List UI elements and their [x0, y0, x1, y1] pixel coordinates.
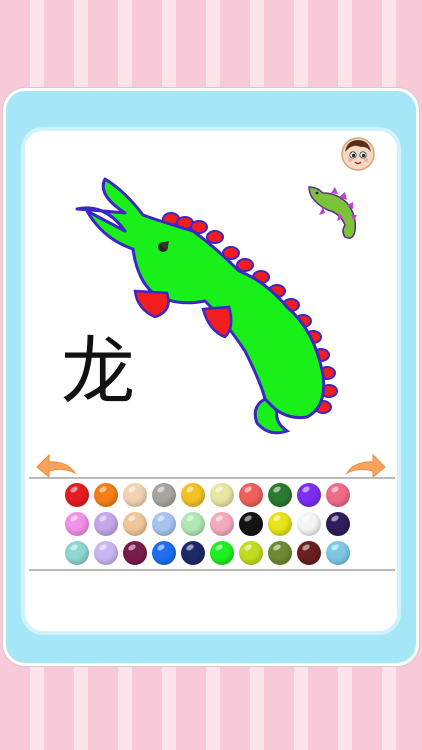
coloring-frame: 龙: [3, 88, 419, 666]
color-swatch[interactable]: [326, 483, 350, 507]
color-swatch[interactable]: [65, 483, 89, 507]
color-swatch[interactable]: [326, 512, 350, 536]
drawing-canvas[interactable]: 龙: [25, 131, 397, 471]
color-swatch[interactable]: [152, 512, 176, 536]
drawing-card: 龙: [25, 131, 397, 631]
color-swatch[interactable]: [297, 541, 321, 565]
small-dragon: [308, 186, 357, 239]
drawing-text: 龙: [61, 329, 135, 415]
color-swatch[interactable]: [210, 483, 234, 507]
color-swatch[interactable]: [123, 512, 147, 536]
color-swatch[interactable]: [152, 541, 176, 565]
palette-divider-bottom: [29, 569, 395, 571]
color-swatch[interactable]: [181, 483, 205, 507]
color-palette: [65, 483, 365, 565]
color-swatch[interactable]: [123, 483, 147, 507]
curved-arrow-left-icon[interactable]: [33, 449, 79, 479]
color-swatch[interactable]: [181, 541, 205, 565]
color-swatch[interactable]: [123, 541, 147, 565]
curved-arrow-right-icon[interactable]: [343, 449, 389, 479]
palette-divider-top: [29, 477, 395, 479]
color-swatch[interactable]: [181, 512, 205, 536]
color-swatch[interactable]: [239, 512, 263, 536]
color-swatch[interactable]: [152, 483, 176, 507]
color-swatch[interactable]: [210, 541, 234, 565]
color-swatch[interactable]: [268, 483, 292, 507]
color-swatch[interactable]: [65, 541, 89, 565]
color-swatch[interactable]: [94, 541, 118, 565]
color-swatch[interactable]: [297, 483, 321, 507]
color-swatch[interactable]: [65, 512, 89, 536]
color-swatch[interactable]: [268, 541, 292, 565]
color-swatch[interactable]: [326, 541, 350, 565]
color-swatch[interactable]: [297, 512, 321, 536]
color-swatch[interactable]: [210, 512, 234, 536]
color-swatch[interactable]: [94, 512, 118, 536]
color-swatch[interactable]: [268, 512, 292, 536]
color-swatch[interactable]: [239, 483, 263, 507]
color-swatch[interactable]: [239, 541, 263, 565]
color-swatch[interactable]: [94, 483, 118, 507]
